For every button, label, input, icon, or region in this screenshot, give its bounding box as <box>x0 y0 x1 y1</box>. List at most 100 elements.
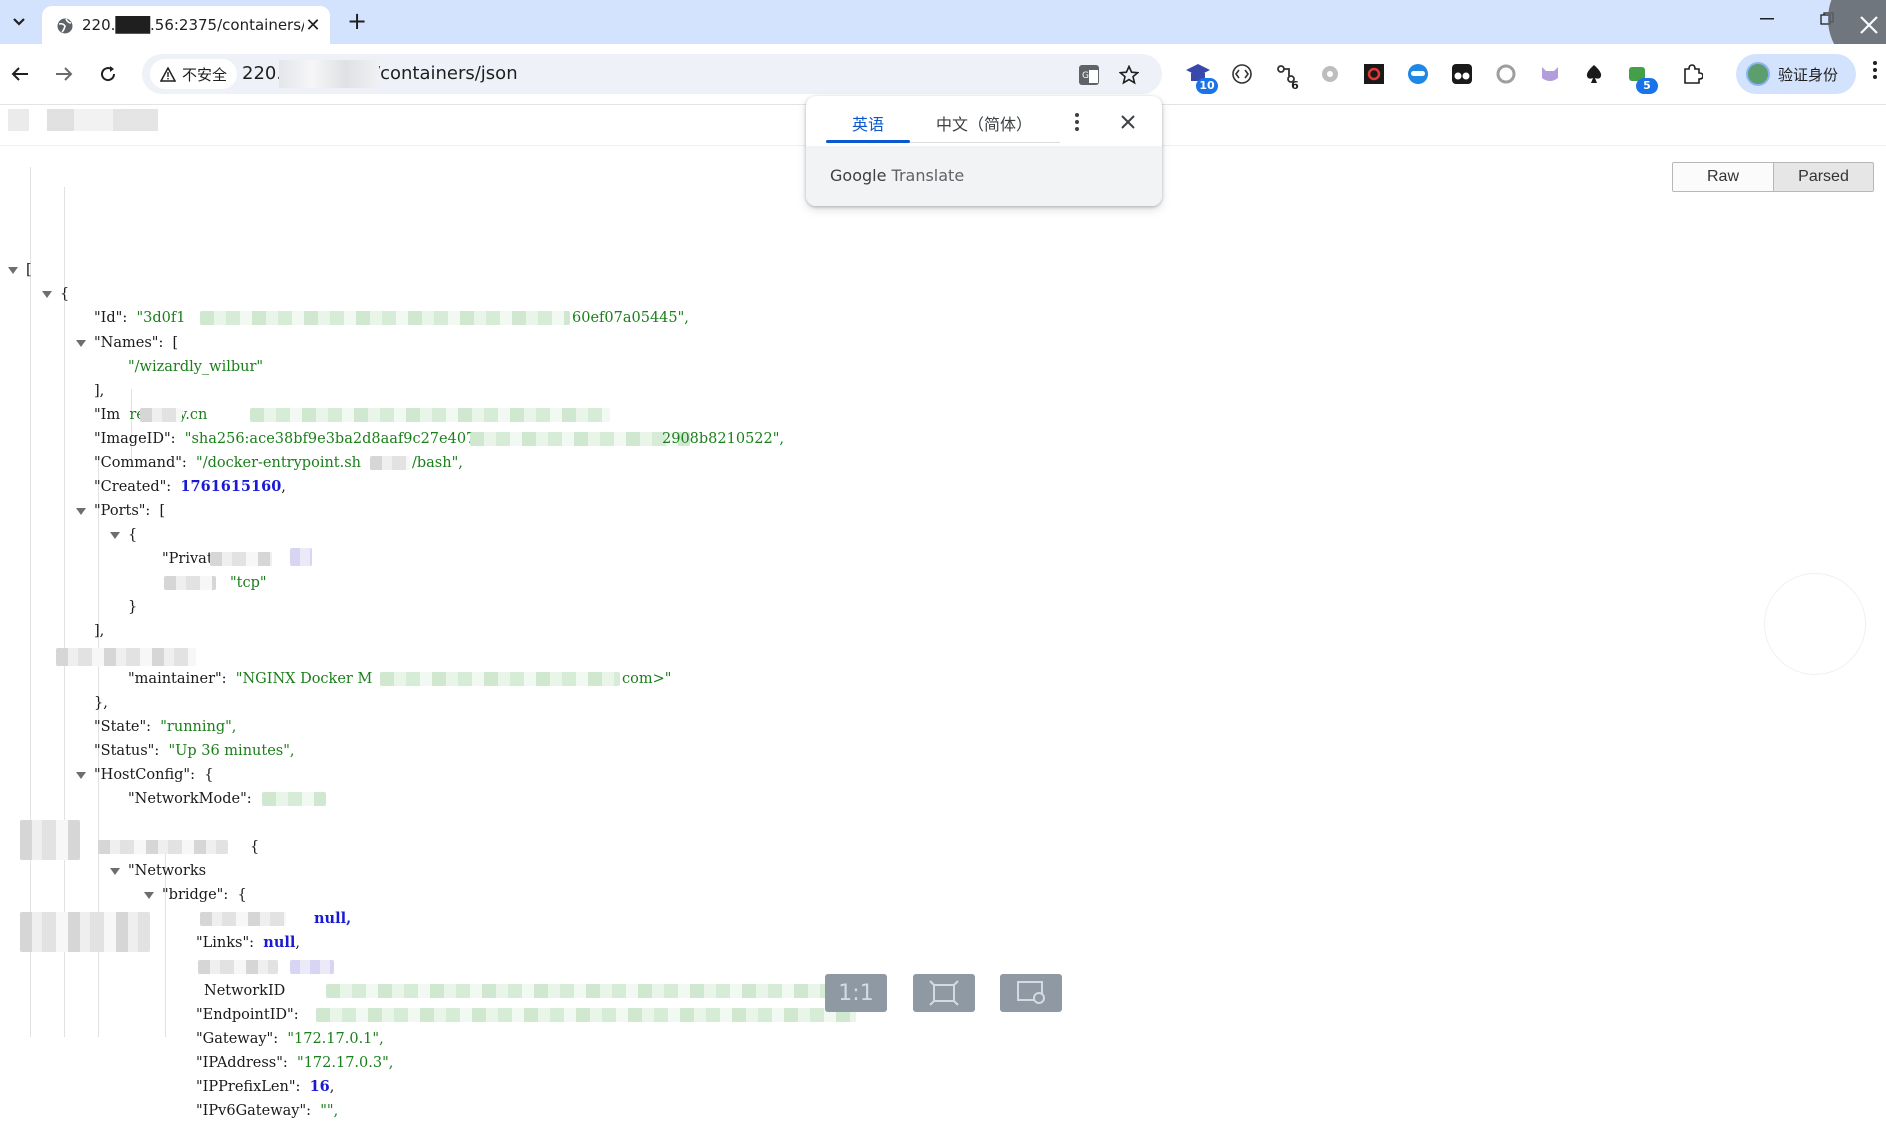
collapse-caret[interactable] <box>42 291 52 298</box>
red-square-icon <box>1364 64 1384 84</box>
actual-size-button[interactable]: 1:1 <box>825 974 887 1012</box>
json-row-command-end: /bash", <box>412 455 463 471</box>
tab-source-language[interactable]: 英语 <box>852 111 884 135</box>
raw-view-button[interactable]: Raw <box>1673 163 1773 191</box>
translate-icon: G <box>1079 65 1099 85</box>
collapse-caret[interactable] <box>76 340 86 347</box>
extensions-menu-button[interactable] <box>1678 60 1706 88</box>
json-row-networksettings-open: { <box>250 839 260 855</box>
tab-close-button[interactable]: ✕ <box>302 14 324 36</box>
chevron-down-icon <box>13 18 25 26</box>
extension-11-button[interactable]: 5 <box>1624 60 1658 94</box>
collapse-caret[interactable] <box>8 267 18 274</box>
collapse-caret[interactable] <box>110 532 120 539</box>
indent-guide <box>64 187 65 1037</box>
extension-4-button[interactable] <box>1316 60 1344 88</box>
collapse-caret[interactable] <box>76 508 86 515</box>
redacted-value <box>316 1008 856 1022</box>
browser-menu-button[interactable] <box>1872 60 1886 88</box>
arrow-left-icon <box>11 67 28 81</box>
google-translate-brand: Google Translate <box>830 166 965 185</box>
extension-7-button[interactable] <box>1448 60 1476 88</box>
json-row-created: "Created": 1761615160, <box>94 478 286 495</box>
translate-close-button[interactable] <box>1116 110 1140 134</box>
collapse-caret[interactable] <box>110 868 120 875</box>
pretty-print-label-redacted <box>8 109 158 131</box>
parsed-view-button[interactable]: Parsed <box>1773 163 1873 191</box>
fit-window-button[interactable] <box>913 974 975 1012</box>
back-button[interactable] <box>6 60 34 88</box>
translate-popup: 英语 中文（简体） Google Translate <box>806 96 1162 206</box>
redacted-key <box>200 912 286 926</box>
extension-8-button[interactable] <box>1492 60 1520 88</box>
security-chip[interactable]: 不安全 <box>150 59 238 89</box>
extension-1-button[interactable]: 10 <box>1184 60 1218 94</box>
profile-button[interactable]: 验证身份 <box>1736 54 1856 94</box>
json-object-open: { <box>60 286 70 302</box>
minimize-icon <box>1760 18 1774 20</box>
json-row-names-close: ], <box>94 383 105 399</box>
gear-icon <box>1322 66 1338 82</box>
redacted-value <box>370 456 410 470</box>
close-icon <box>1860 16 1878 34</box>
json-row-names-item: "/wizardly_wilbur" <box>128 359 264 375</box>
json-row-ports-object-close: } <box>128 599 138 615</box>
more-vertical-icon <box>1075 113 1079 131</box>
translate-page-button[interactable]: G <box>1076 62 1102 88</box>
json-row-private-port: "Privat <box>162 551 213 567</box>
extension-9-button[interactable] <box>1536 60 1564 88</box>
redacted-region <box>20 820 80 860</box>
redacted-key <box>164 576 216 590</box>
redacted-key <box>98 840 228 854</box>
redacted-value <box>250 408 610 422</box>
json-row-maintainer-end: com>" <box>622 671 672 687</box>
json-row-networks: "Networks <box>128 863 207 879</box>
redacted-value <box>200 311 570 325</box>
puzzle-icon <box>1684 64 1703 84</box>
scroll-hint-circle <box>1764 573 1866 675</box>
arrow-right-icon <box>56 67 73 81</box>
reload-button[interactable] <box>94 60 122 88</box>
extension-3-button[interactable]: 6 <box>1272 60 1300 92</box>
close-icon <box>1121 115 1135 129</box>
json-row-ports-close: ], <box>94 623 105 639</box>
tab-search-button[interactable] <box>6 9 32 35</box>
extension-5-button[interactable] <box>1360 60 1388 88</box>
json-row-ports: "Ports": [ <box>94 503 166 519</box>
tab-target-language[interactable]: 中文（简体） <box>936 111 1032 135</box>
more-vertical-icon <box>1873 61 1877 79</box>
extension-10-button[interactable] <box>1580 60 1608 88</box>
redacted-key <box>56 648 196 666</box>
redacted-value <box>290 548 312 566</box>
extension-2-button[interactable] <box>1228 60 1256 88</box>
address-bar[interactable]: 不安全 220.· · · ·:2375/containers/json G <box>142 54 1162 94</box>
tab-active[interactable]: 220.███.56:2375/containers/json ✕ <box>42 6 330 44</box>
translate-options-button[interactable] <box>1074 112 1090 134</box>
collapse-caret[interactable] <box>144 892 154 899</box>
page-content: Raw Parsed [ { "Id": "3d0f1 60ef07a05445… <box>0 105 1886 1119</box>
json-row-id: "Id": "3d0f1 <box>94 310 186 326</box>
forward-button[interactable] <box>50 60 78 88</box>
extension-11-badge: 5 <box>1636 78 1658 94</box>
json-row-bridge: "bridge": { <box>162 887 247 903</box>
tab-title: 220.███.56:2375/containers/json <box>82 16 304 34</box>
code-circle-icon <box>1232 64 1252 84</box>
json-row-status: "Status": "Up 36 minutes", <box>94 743 295 759</box>
redacted-value <box>140 408 182 422</box>
json-row-ipv6gateway: "IPv6Gateway": "", <box>196 1103 339 1119</box>
fit-screen-icon <box>929 980 959 1006</box>
redacted-value <box>262 792 326 806</box>
bookmark-star-button[interactable] <box>1116 62 1142 88</box>
collapse-caret[interactable] <box>76 772 86 779</box>
indent-guide <box>30 167 31 1037</box>
json-row-links: "Links": null, <box>196 934 300 951</box>
minimize-button[interactable] <box>1752 6 1782 32</box>
json-row-ports-object: { <box>128 527 138 543</box>
json-row-maintainer: "maintainer": "NGINX Docker M <box>128 671 373 687</box>
tab-strip: 220.███.56:2375/containers/json ✕ + <box>0 0 1886 74</box>
new-tab-button[interactable]: + <box>344 7 370 35</box>
json-row-command: "Command": "/docker-entrypoint.sh <box>94 455 362 471</box>
extension-6-button[interactable] <box>1404 60 1432 88</box>
redacted-value <box>326 984 836 998</box>
screen-mode-button[interactable] <box>1000 974 1062 1012</box>
